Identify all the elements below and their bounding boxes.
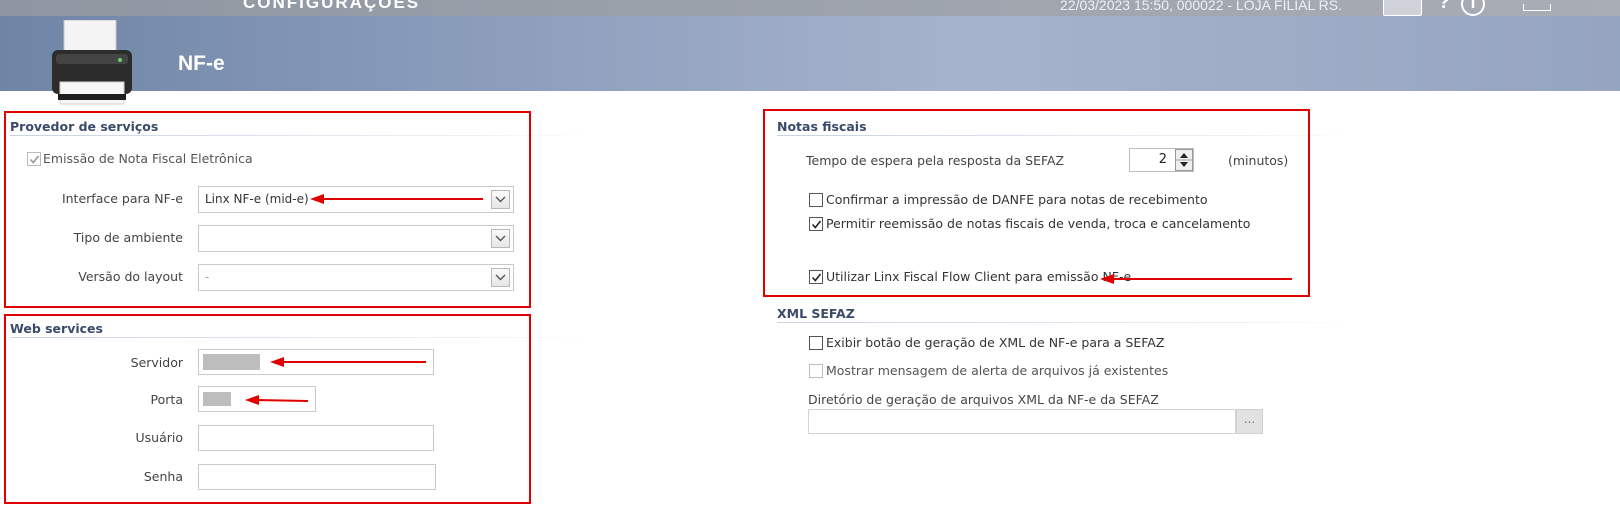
arrow-servidor [270, 357, 426, 367]
arrow-utilizar [1100, 274, 1292, 284]
arrow-porta [245, 395, 309, 405]
arrow-interface [310, 194, 483, 204]
annotation-arrows [245, 194, 1292, 405]
